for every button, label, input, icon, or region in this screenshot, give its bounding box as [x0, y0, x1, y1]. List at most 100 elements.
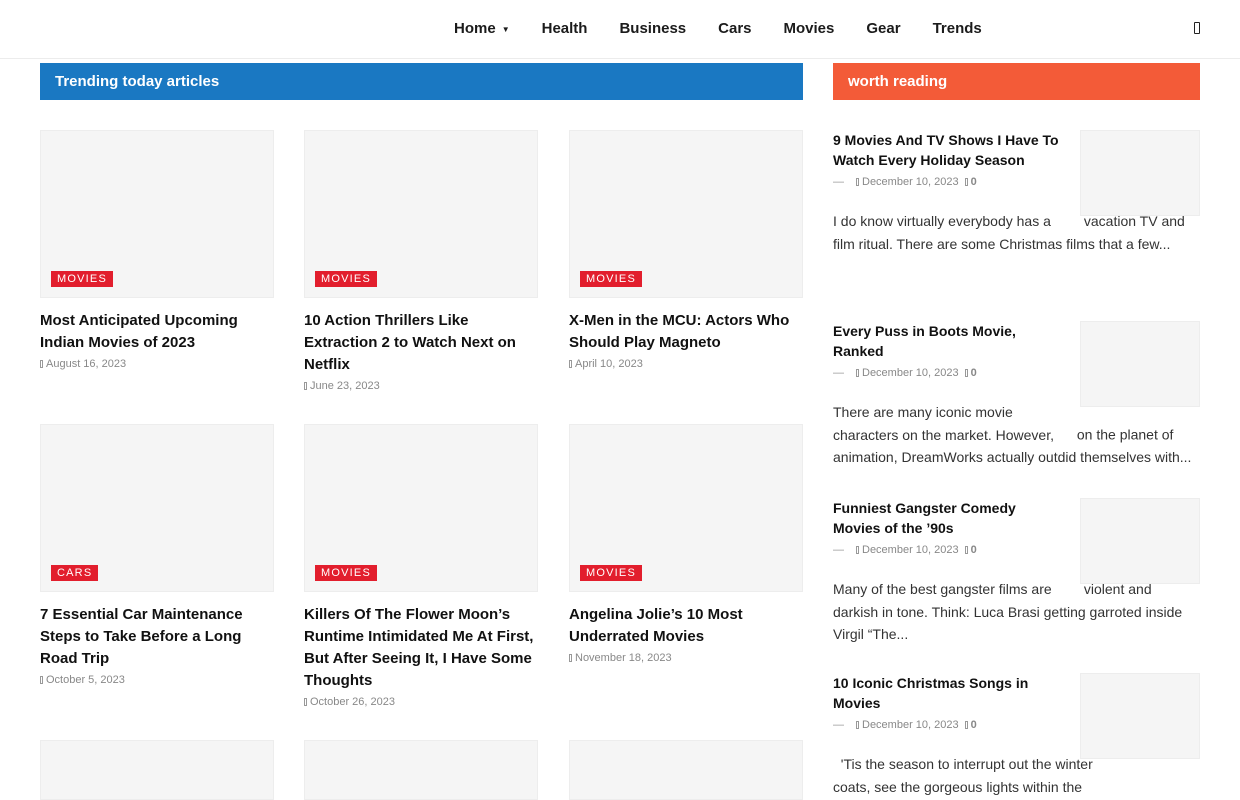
date-text: November 18, 2023 [575, 652, 672, 664]
section-title: Trending today articles [55, 73, 220, 90]
date-text: October 26, 2023 [310, 696, 396, 708]
comment-number: 0 [970, 367, 977, 379]
sidebar-article-title[interactable]: 10 Iconic Christmas Songs in Movies [833, 673, 1061, 713]
date-text: December 10, 2023 [862, 367, 959, 379]
date-text: December 10, 2023 [862, 544, 959, 556]
date-text: December 10, 2023 [862, 176, 959, 188]
nav-item-cars[interactable]: Cars [702, 20, 767, 37]
comment-count[interactable]: 0 [964, 544, 977, 556]
article-thumbnail[interactable] [569, 740, 803, 800]
article-thumbnail[interactable] [304, 740, 538, 800]
category-badge[interactable]: MOVIES [315, 565, 377, 581]
comment-icon [964, 178, 968, 186]
article-title[interactable]: Killers Of The Flower Moon’s Runtime Int… [304, 604, 538, 692]
nav-item-business[interactable]: Business [603, 20, 702, 37]
excerpt-line: Many of the best gangster films are [833, 581, 1052, 597]
search-icon[interactable] [1190, 18, 1204, 38]
main-menu: Home ▼ Health Business Cars Movies Gear … [438, 0, 998, 57]
date-text: June 23, 2023 [310, 380, 380, 392]
article-card: MOVIES X-Men in the MCU: Actors Who Shou… [569, 130, 803, 370]
date-text: October 5, 2023 [46, 674, 125, 686]
sidebar-article-title[interactable]: Funniest Gangster Comedy Movies of the ’… [833, 498, 1061, 538]
author-dash: — [833, 544, 844, 556]
article-excerpt: There are many iconic movie characters o… [833, 401, 1200, 469]
nav-item-home[interactable]: Home ▼ [438, 20, 526, 37]
comment-count[interactable]: 0 [964, 719, 977, 731]
nav-item-label: Business [619, 20, 687, 37]
author-dash: — [833, 367, 844, 379]
clock-icon [856, 369, 859, 377]
chevron-down-icon: ▼ [501, 25, 510, 34]
sidebar-thumbnail[interactable] [1080, 498, 1200, 584]
nav-item-label: Cars [718, 20, 752, 37]
article-card: MOVIES 10 Action Thrillers Like Extracti… [304, 130, 538, 392]
article-thumbnail[interactable]: MOVIES [304, 130, 538, 298]
clock-icon [304, 698, 307, 706]
article-card: MOVIES Most Anticipated Upcoming Indian … [40, 130, 274, 370]
article-card: MOVIES Angelina Jolie’s 10 Most Underrat… [569, 424, 803, 664]
nav-item-label: Gear [866, 20, 901, 37]
comment-count[interactable]: 0 [964, 367, 977, 379]
sidebar-article-title[interactable]: Every Puss in Boots Movie, Ranked [833, 321, 1061, 361]
sidebar-article-title[interactable]: 9 Movies And TV Shows I Have To Watch Ev… [833, 130, 1061, 170]
article-title[interactable]: 7 Essential Car Maintenance Steps to Tak… [40, 604, 274, 670]
nav-item-gear[interactable]: Gear [850, 20, 916, 37]
article-excerpt: I do know virtually everybody has a vaca… [833, 210, 1200, 255]
clock-icon [304, 382, 307, 390]
nav-item-label: Movies [783, 20, 835, 37]
article-excerpt: Many of the best gangster films are viol… [833, 578, 1200, 646]
worth-reading-section-header: worth reading [833, 63, 1200, 100]
category-badge[interactable]: MOVIES [51, 271, 113, 287]
comment-count[interactable]: 0 [964, 176, 977, 188]
clock-icon [856, 721, 859, 729]
comment-number: 0 [970, 544, 977, 556]
article-thumbnail[interactable]: MOVIES [304, 424, 538, 592]
article-thumbnail[interactable]: MOVIES [569, 130, 803, 298]
sidebar-thumbnail[interactable] [1080, 321, 1200, 407]
category-badge[interactable]: CARS [51, 565, 99, 581]
nav-item-label: Home [454, 20, 496, 37]
article-date: August 16, 2023 [40, 358, 274, 370]
comment-icon [964, 546, 968, 554]
article-thumbnail[interactable]: MOVIES [40, 130, 274, 298]
article-thumbnail[interactable]: MOVIES [569, 424, 803, 592]
nav-item-label: Trends [932, 20, 982, 37]
article-date: October 5, 2023 [40, 674, 274, 686]
comment-number: 0 [970, 176, 977, 188]
trending-section-header: Trending today articles [40, 63, 803, 100]
nav-item-movies[interactable]: Movies [768, 20, 851, 37]
sidebar-thumbnail[interactable] [1080, 130, 1200, 216]
category-badge[interactable]: MOVIES [580, 271, 642, 287]
sidebar-article: Funniest Gangster Comedy Movies of the ’… [833, 498, 1200, 646]
date-text: December 10, 2023 [862, 719, 959, 731]
date-text: August 16, 2023 [46, 358, 127, 370]
article-date: November 18, 2023 [569, 652, 803, 664]
top-navigation: Home ▼ Health Business Cars Movies Gear … [0, 0, 1240, 59]
sidebar-thumbnail[interactable] [1080, 673, 1200, 759]
sidebar-article: Every Puss in Boots Movie, Ranked — Dece… [833, 321, 1200, 469]
nav-item-label: Health [541, 20, 588, 37]
excerpt-line: 'Tis the season to interrupt out the win… [833, 756, 1097, 795]
comment-icon [964, 721, 968, 729]
article-title[interactable]: X-Men in the MCU: Actors Who Should Play… [569, 310, 803, 354]
section-title: worth reading [848, 73, 948, 90]
excerpt-line: There are many iconic movie characters o… [833, 404, 1054, 443]
article-date: October 26, 2023 [304, 696, 538, 708]
nav-item-trends[interactable]: Trends [917, 20, 998, 37]
clock-icon [569, 654, 572, 662]
article-excerpt: 'Tis the season to interrupt out the win… [833, 753, 1133, 798]
article-card: CARS 7 Essential Car Maintenance Steps t… [40, 424, 274, 686]
clock-icon [40, 360, 43, 368]
article-title[interactable]: Angelina Jolie’s 10 Most Underrated Movi… [569, 604, 803, 648]
excerpt-line: I do know virtually everybody has a [833, 213, 1051, 229]
category-badge[interactable]: MOVIES [580, 565, 642, 581]
article-thumbnail[interactable]: CARS [40, 424, 274, 592]
clock-icon [569, 360, 572, 368]
article-date: June 23, 2023 [304, 380, 538, 392]
category-badge[interactable]: MOVIES [315, 271, 377, 287]
nav-item-health[interactable]: Health [526, 20, 604, 37]
date-text: April 10, 2023 [575, 358, 643, 370]
article-title[interactable]: 10 Action Thrillers Like Extraction 2 to… [304, 310, 538, 376]
article-title[interactable]: Most Anticipated Upcoming Indian Movies … [40, 310, 274, 354]
article-thumbnail[interactable] [40, 740, 274, 800]
